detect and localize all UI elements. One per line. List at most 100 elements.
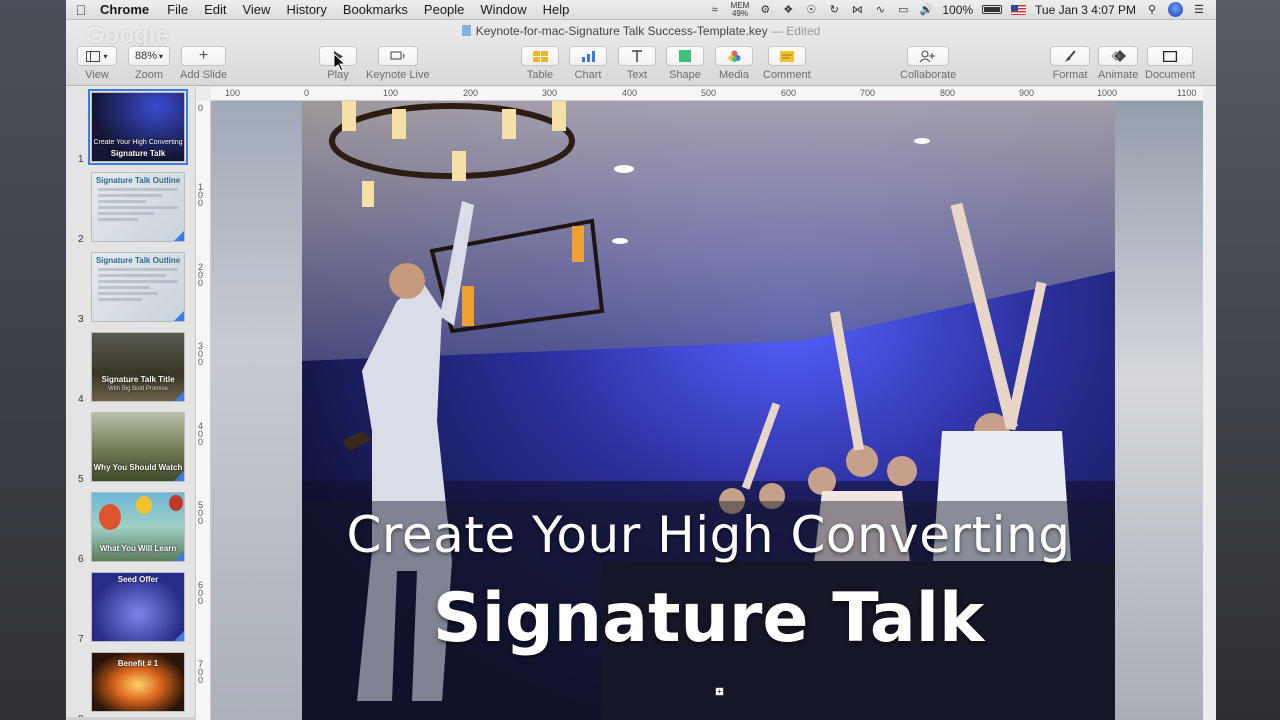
toolbar-view-group: ▾ View: [77, 46, 117, 81]
menu-window[interactable]: Window: [480, 2, 526, 17]
menu-edit[interactable]: Edit: [204, 2, 226, 17]
slide-number: 1: [78, 154, 84, 165]
menu-bookmarks[interactable]: Bookmarks: [343, 2, 408, 17]
mouse-cursor-icon: [334, 54, 346, 72]
airplay-icon[interactable]: ▭: [896, 4, 910, 16]
collaborate-icon: [919, 50, 936, 62]
table-label: Table: [526, 69, 554, 81]
status-area: ≈ MEM 49% ⚙ ❖ ☉ ↻ ⋈ ∿ ▭ 🔊 100% Tue Jan 3 …: [708, 1, 1216, 18]
menu-history[interactable]: History: [286, 2, 326, 17]
keynote-live-label: Keynote Live: [366, 69, 430, 81]
ruler-tick: 900: [1019, 88, 1035, 98]
menu-view[interactable]: View: [242, 2, 270, 17]
current-slide[interactable]: Create Your High Converting Signature Ta…: [302, 101, 1115, 720]
time-machine-icon[interactable]: ↻: [827, 4, 841, 16]
thumbnail-title: Seed Offer: [117, 575, 159, 584]
slide-thumbnail[interactable]: Benefit # 1: [91, 652, 185, 712]
zoom-select[interactable]: 88% ▾: [128, 46, 170, 66]
comment-label: Comment: [763, 69, 811, 81]
slide-title[interactable]: Create Your High Converting: [302, 506, 1115, 564]
document-button[interactable]: [1147, 46, 1194, 66]
dropbox-icon[interactable]: ❖: [781, 4, 795, 16]
wifi-icon[interactable]: ∿: [873, 4, 887, 16]
toolbar-add-slide-group: + Add Slide: [180, 46, 227, 81]
menu-help[interactable]: Help: [543, 2, 570, 17]
ruler-tick: 200: [198, 262, 204, 288]
menu-file[interactable]: File: [167, 2, 188, 17]
toolbar-format-group: Format: [1050, 46, 1090, 81]
chart-label: Chart: [574, 69, 602, 81]
slide-thumbnail[interactable]: What You Will Learn: [91, 492, 185, 562]
paintbrush-icon: [1065, 49, 1076, 62]
slide-corner-marker: [174, 391, 184, 401]
ruler-tick: 400: [622, 88, 638, 98]
slide-thumbnail[interactable]: Signature Talk Title With Big Bold Promi…: [91, 332, 185, 402]
document-file-icon: [461, 25, 471, 36]
view-button[interactable]: ▾: [77, 46, 117, 66]
input-source-flag-icon[interactable]: [1011, 4, 1027, 15]
add-slide-button[interactable]: +: [181, 46, 227, 66]
slide-thumbnail[interactable]: Why You Should Watch: [91, 412, 185, 482]
slide-thumbnail[interactable]: Seed Offer: [91, 572, 185, 642]
add-element-handle[interactable]: +: [715, 687, 724, 696]
animate-button[interactable]: [1098, 46, 1139, 66]
text-button[interactable]: [618, 46, 656, 66]
canvas-bleed-right: [1115, 101, 1203, 720]
thumbnail-title: Signature Talk Title: [101, 375, 175, 384]
table-button[interactable]: [521, 46, 559, 66]
toolbar-document-group: Document: [1145, 46, 1195, 81]
bluetooth-icon[interactable]: ⋈: [850, 4, 864, 16]
table-icon: [532, 50, 548, 62]
toolbar-shape-group: Shape: [666, 46, 704, 81]
wifi-signal-icon[interactable]: ≈: [708, 4, 722, 16]
toolbar-keynote-live-group: Keynote Live: [366, 46, 430, 81]
battery-percent[interactable]: 100%: [942, 3, 973, 17]
thumbnail-subtitle: With Big Bold Promise: [108, 386, 168, 392]
slide-thumbnail[interactable]: Signature Talk Outline: [91, 252, 185, 322]
menubar-clock[interactable]: Tue Jan 3 4:07 PM: [1035, 3, 1136, 17]
slide-subtitle[interactable]: Signature Talk: [302, 579, 1115, 658]
ruler-tick: 1100: [1177, 88, 1197, 98]
menu-app-name[interactable]: Chrome: [100, 2, 149, 17]
slide-navigator: 1 Create Your High Converting Signature …: [66, 87, 196, 720]
notification-center-icon[interactable]: ☰: [1192, 4, 1206, 16]
animate-label: Animate: [1098, 69, 1139, 81]
keynote-live-button[interactable]: [377, 46, 418, 66]
vertical-ruler: 0 100 200 300 400 500 600 700: [196, 101, 211, 720]
ruler-tick: 800: [940, 88, 956, 98]
ruler-tick: 300: [542, 88, 558, 98]
ruler-tick: 0: [304, 88, 310, 98]
keynote-window: Google Keynote-for-mac-Signature Talk Su…: [66, 20, 1216, 720]
ruler-tick: 500: [701, 88, 717, 98]
shape-label: Shape: [669, 69, 701, 81]
volume-icon[interactable]: 🔊: [919, 4, 933, 16]
comment-button[interactable]: [767, 46, 806, 66]
slide-number: 5: [78, 474, 84, 485]
thumbnail-title: Signature Talk Outline: [95, 256, 181, 265]
slide-thumbnail[interactable]: Create Your High Converting Signature Ta…: [88, 89, 188, 165]
comment-icon: [779, 50, 794, 62]
media-button[interactable]: [715, 46, 753, 66]
format-button[interactable]: [1050, 46, 1090, 66]
chart-button[interactable]: [569, 46, 607, 66]
user-avatar-icon[interactable]: [1168, 2, 1183, 17]
ruler-tick: 600: [198, 580, 204, 606]
slide-corner-marker: [174, 471, 184, 481]
thumbnail-title: Create Your High Converting: [93, 139, 183, 146]
shape-button[interactable]: [666, 46, 704, 66]
collaborate-button[interactable]: [907, 46, 950, 66]
slide-thumbnail[interactable]: Signature Talk Outline: [91, 172, 185, 242]
memory-indicator[interactable]: MEM 49%: [731, 1, 750, 18]
window-titlebar: Google Keynote-for-mac-Signature Talk Su…: [66, 20, 1216, 86]
apple-icon[interactable]: : [66, 2, 96, 18]
ruler-tick: 0: [198, 103, 204, 113]
spotlight-search-icon[interactable]: ⚲: [1145, 4, 1159, 16]
document-status: — Edited: [770, 24, 821, 38]
menu-people[interactable]: People: [424, 2, 464, 17]
ruler-tick: 100: [383, 88, 399, 98]
drive-icon[interactable]: ⚙: [758, 4, 772, 16]
slide-canvas[interactable]: Create Your High Converting Signature Ta…: [211, 101, 1203, 720]
accessibility-icon[interactable]: ☉: [804, 4, 818, 16]
text-icon: [632, 50, 642, 62]
battery-icon[interactable]: [982, 5, 1003, 14]
